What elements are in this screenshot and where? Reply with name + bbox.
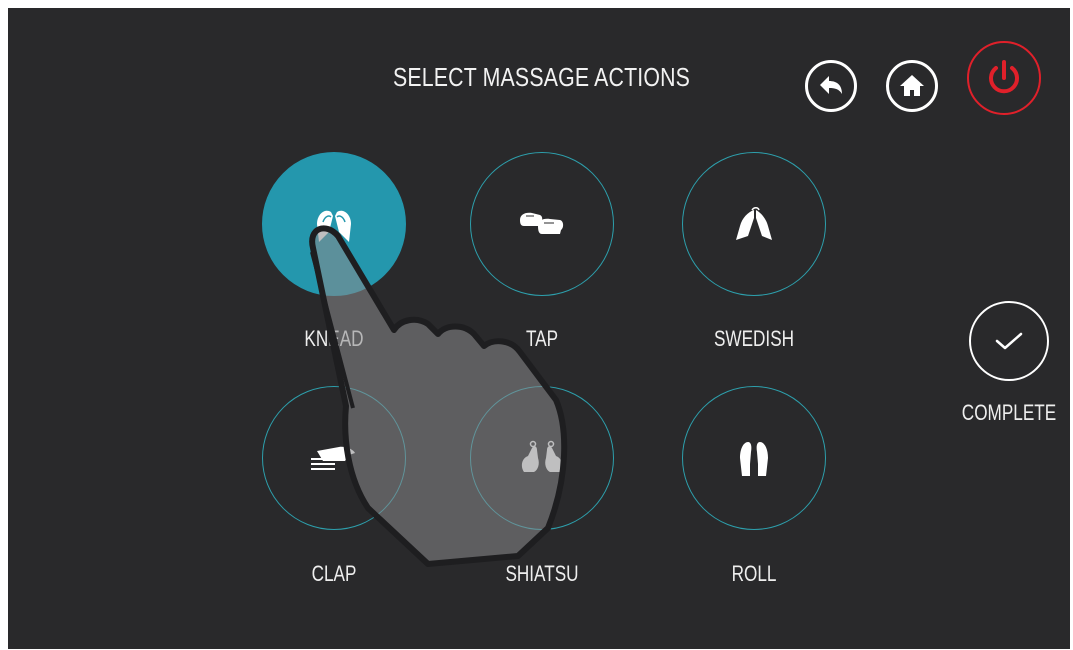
tap-label: TAP xyxy=(525,326,559,351)
massage-screen: SELECT MASSAGE ACTIONS KNEAD TAP SWEDISH… xyxy=(8,8,1070,649)
roll-button[interactable] xyxy=(682,386,826,530)
clap-hand-icon xyxy=(311,446,355,470)
roll-hands-icon xyxy=(740,442,768,476)
clap-button[interactable] xyxy=(262,386,406,530)
complete-button[interactable] xyxy=(969,301,1049,381)
complete-label: COMPLETE xyxy=(961,400,1057,425)
swedish-hands-icon xyxy=(736,207,772,240)
power-icon xyxy=(989,60,1019,94)
roll-label: ROLL xyxy=(731,561,777,586)
back-arrow-icon xyxy=(820,76,842,94)
checkmark-icon xyxy=(995,332,1023,350)
power-button[interactable] xyxy=(967,41,1041,115)
shiatsu-thumbs-icon xyxy=(521,440,563,472)
swedish-label: SWEDISH xyxy=(713,326,795,351)
back-button[interactable] xyxy=(805,60,857,112)
swedish-button[interactable] xyxy=(682,152,826,296)
tap-button[interactable] xyxy=(470,152,614,296)
shiatsu-button[interactable] xyxy=(470,386,614,530)
knead-label: KNEAD xyxy=(304,326,364,351)
home-button[interactable] xyxy=(886,60,938,112)
shiatsu-label: SHIATSU xyxy=(505,561,579,586)
knead-hands-icon xyxy=(317,210,351,242)
clap-label: CLAP xyxy=(311,561,357,586)
knead-button[interactable] xyxy=(262,152,406,296)
tap-fists-icon xyxy=(520,212,564,234)
home-icon xyxy=(900,75,924,96)
